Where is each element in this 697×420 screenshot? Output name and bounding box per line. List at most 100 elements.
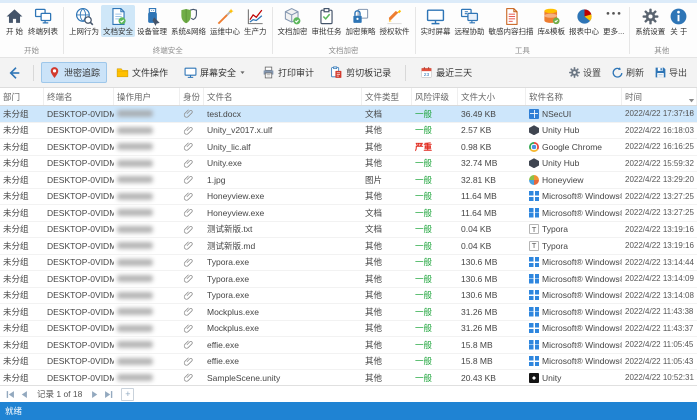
- redacted-user-blob: [117, 209, 153, 217]
- ribbon-item-about[interactable]: 关 于: [667, 5, 690, 37]
- cell-filesize: 31.26 MB: [461, 306, 498, 317]
- toolbar-item-label: 泄密追踪: [64, 68, 101, 78]
- ribbon-item-remote-assist[interactable]: 远程协助: [453, 5, 487, 37]
- cell-attach: [180, 238, 204, 254]
- toolbar-item-recent-3-days[interactable]: 23 最近三天: [413, 62, 479, 83]
- column-header-file[interactable]: 文件名: [204, 88, 362, 105]
- column-header-dept[interactable]: 部门: [0, 88, 44, 105]
- cell-filename: Mockplus.exe: [207, 306, 259, 317]
- cell-filesize: 2.57 KB: [461, 125, 492, 136]
- table-row[interactable]: 未分组 DESKTOP-0VIDMDJ Unity.exe 其他 一般 32.74 MB U…: [0, 156, 697, 172]
- column-header-app[interactable]: 软件名称: [526, 88, 622, 105]
- back-button[interactable]: [6, 65, 22, 81]
- table-row[interactable]: 未分组 DESKTOP-0VIDMDJ Mockplus.exe 其他 一般 31.26 …: [0, 321, 697, 337]
- cell-app: Microsoft® Windows® Oper...: [526, 255, 622, 271]
- table-row[interactable]: 未分组 DESKTOP-0VIDMDJ 1.jpg 图片 一般 32.81 KB Honey…: [0, 172, 697, 189]
- toolbar-item-clipboard-records[interactable]: 剪切板记录: [323, 62, 398, 83]
- toolbar-item-refresh[interactable]: 刷新: [607, 63, 648, 82]
- table-body: 未分组DESKTOP-0VIDMDJtest.docx文档一般36.49 KBN…: [0, 106, 697, 385]
- cell-app: T Typora: [526, 238, 622, 254]
- cell-attach: [180, 354, 204, 370]
- ribbon-item-ops-center[interactable]: 运维中心: [208, 5, 242, 37]
- column-header-size[interactable]: 文件大小: [458, 88, 526, 105]
- cell-dept: 未分组: [3, 240, 29, 251]
- column-header-type[interactable]: 文件类型: [362, 88, 412, 105]
- column-header-user[interactable]: 操作用户: [114, 88, 180, 105]
- ribbon-item-library-templates[interactable]: 库&模板: [536, 5, 568, 37]
- cell-time: 2022/4/22 15:59:32: [625, 158, 694, 168]
- risk-badge: 一般: [415, 290, 433, 301]
- ribbon-item-device-management[interactable]: 设备管理: [135, 5, 169, 37]
- ribbon-item-approval-tasks[interactable]: 审批任务: [310, 5, 344, 37]
- ribbon-item-report-center[interactable]: 报表中心: [567, 5, 601, 37]
- ribbon-item-more[interactable]: 更多...: [601, 5, 626, 37]
- table-row[interactable]: 未分组 DESKTOP-0VIDMDJ SampleScene.unity 其他 一般 2…: [0, 370, 697, 385]
- pager-last-button[interactable]: [103, 389, 114, 400]
- cell-user: [114, 189, 180, 205]
- ribbon-item-live-screen[interactable]: 实时屏幕: [419, 5, 453, 37]
- ribbon-group-items: 系统设置关 于: [633, 5, 690, 37]
- table-row[interactable]: 未分组 DESKTOP-0VIDMDJ 测试新版.txt 文档 一般 0.04 KB TTy…: [0, 222, 697, 238]
- column-header-terminal[interactable]: 终端名: [44, 88, 114, 105]
- cell-time: 2022/4/22 11:05:43: [625, 356, 694, 366]
- toolbar-item-leak-tracking[interactable]: 泄密追踪: [41, 62, 108, 83]
- column-header-risk[interactable]: 风险评级: [412, 88, 458, 105]
- toolbar-item-file-operations[interactable]: 文件操作: [109, 62, 175, 83]
- ribbon-item-system-settings[interactable]: 系统设置: [633, 5, 667, 37]
- ribbon-item-system-network[interactable]: 系统&网络: [169, 5, 208, 37]
- unityhub-app-icon: [529, 125, 539, 136]
- cell-app: Microsoft® Windows® Oper...: [526, 304, 622, 320]
- toolbar-item-settings[interactable]: 设置: [564, 63, 605, 82]
- ribbon-item-encrypt-policy[interactable]: 加密策略: [344, 5, 378, 37]
- column-header-attach[interactable]: 身份: [180, 88, 204, 105]
- status-bar: 就绪: [0, 402, 697, 420]
- table-row[interactable]: 未分组 DESKTOP-0VIDMDJ Honeyview.exe 其他 一般 11.64…: [0, 189, 697, 205]
- table-row[interactable]: 未分组 DESKTOP-0VIDMDJ Honeyview.exe 文档 一般 11.64…: [0, 205, 697, 222]
- ribbon-item-terminal-list[interactable]: 终端列表: [26, 5, 60, 37]
- ribbon-item-label: 更多...: [603, 27, 625, 36]
- table-row[interactable]: 未分组 DESKTOP-0VIDMDJ Typora.exe 其他 一般 130.6 MB…: [0, 271, 697, 288]
- cell-filename: effie.exe: [207, 356, 239, 367]
- pager-first-button[interactable]: [5, 389, 16, 400]
- table-row[interactable]: 未分组 DESKTOP-0VIDMDJ test.docx 文档 一般 36.49 KB N…: [0, 106, 697, 123]
- cell-filename: Honeyview.exe: [207, 191, 265, 202]
- table-row[interactable]: 未分组 DESKTOP-0VIDMDJ Typora.exe 其他 一般 130.6 MB…: [0, 255, 697, 271]
- ribbon-item-label: 上网行为: [69, 27, 99, 36]
- ribbon-item-doc-encrypt[interactable]: 文档加密: [276, 5, 310, 37]
- cell-dept: 未分组: [3, 174, 29, 185]
- cell-user: [114, 288, 180, 304]
- table-row[interactable]: 未分组 DESKTOP-0VIDMDJ Mockplus.exe 其他 一般 31.26 …: [0, 304, 697, 321]
- cell-filetype: 文档: [365, 207, 383, 218]
- calendar-23-icon: 23: [420, 66, 433, 79]
- pager-append-button[interactable]: +: [121, 387, 135, 401]
- ribbon-item-home[interactable]: 开 始: [3, 5, 26, 37]
- ribbon-item-document-security[interactable]: 文档安全: [101, 5, 135, 37]
- table-row[interactable]: 未分组 DESKTOP-0VIDMDJ Unity_lic.alf 其他 严重 0.98 …: [0, 139, 697, 156]
- table-row[interactable]: 未分组 DESKTOP-0VIDMDJ Unity_v2017.x.ulf 其他 一般 2…: [0, 123, 697, 139]
- header-filter-icon[interactable]: [687, 92, 696, 103]
- row-more-button[interactable]: ⋯: [682, 106, 693, 122]
- toolbar-separator: [33, 64, 34, 81]
- toolbar-item-export[interactable]: 导出: [650, 63, 691, 82]
- paperclip-icon: [183, 158, 194, 169]
- column-header-time[interactable]: 时间: [622, 88, 697, 105]
- pager-next-button[interactable]: [89, 389, 100, 400]
- toolbar-item-print-audit[interactable]: 打印审计: [255, 62, 321, 83]
- date-filter-label: 最近三天: [436, 68, 473, 78]
- paperclip-icon: [183, 306, 194, 317]
- ribbon-item-sensitive-scan[interactable]: 敏感内容扫描: [487, 5, 536, 37]
- table-row[interactable]: 未分组 DESKTOP-0VIDMDJ effie.exe 其他 一般 15.8 MB Mi…: [0, 354, 697, 370]
- ribbon-item-productivity[interactable]: 生产力: [242, 5, 269, 37]
- table-row[interactable]: 未分组 DESKTOP-0VIDMDJ Typora.exe 其他 一般 130.6 MB…: [0, 288, 697, 304]
- cell-filetype: 其他: [365, 356, 383, 367]
- table-row[interactable]: 未分组 DESKTOP-0VIDMDJ effie.exe 其他 一般 15.8 MB Mi…: [0, 337, 697, 354]
- pager-prev-button[interactable]: [19, 389, 30, 400]
- ribbon-item-authorized-software[interactable]: 授权软件: [378, 5, 412, 37]
- cell-time: 2022/4/22 13:27:25: [625, 191, 694, 201]
- app-name: Microsoft® Windows® Oper...: [542, 273, 622, 284]
- usb-icon: [143, 7, 162, 26]
- table-header-row: 部门 终端名 操作用户 身份 文件名 文件类型 风险评级 文件大小 软件名称 时间: [0, 88, 697, 106]
- table-row[interactable]: 未分组 DESKTOP-0VIDMDJ 测试新版.md 其他 一般 0.04 KB TTyp…: [0, 238, 697, 255]
- ribbon-item-web-behavior[interactable]: 上网行为: [67, 5, 101, 37]
- toolbar-item-screen-security[interactable]: 屏幕安全: [177, 62, 253, 83]
